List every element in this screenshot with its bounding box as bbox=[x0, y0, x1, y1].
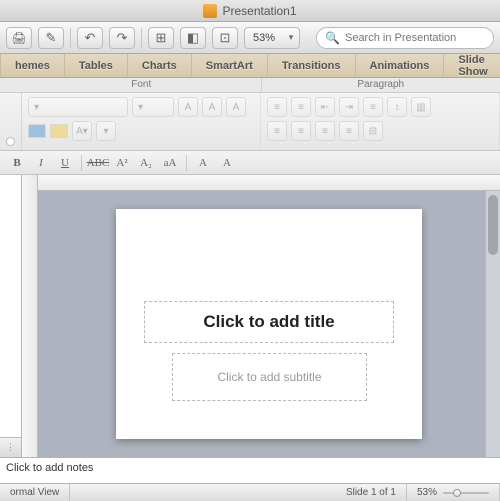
group-paragraph-label: Paragraph bbox=[262, 78, 500, 92]
align-vertical-button[interactable]: ⊟ bbox=[363, 121, 383, 141]
separator bbox=[81, 155, 82, 171]
slide-thumbnail-pane[interactable] bbox=[0, 175, 22, 457]
zoom-icon bbox=[220, 30, 231, 46]
ribbon: ▾ ▾ A A A A▾ ▾ ≡ ≡ ⇤ ⇥ ≡ ↕ ▥ ≡ ≡ ≡ ≡ ⊟ bbox=[0, 93, 500, 151]
search-icon: 🔍 bbox=[325, 31, 340, 45]
align-right-button[interactable]: ≡ bbox=[315, 121, 335, 141]
zoom-readout[interactable]: 53% bbox=[407, 484, 500, 501]
quick-access-toolbar: 53% ▾ 🔍 bbox=[0, 22, 500, 54]
font-bigger-button[interactable]: A bbox=[192, 154, 214, 172]
strikethrough-button[interactable]: ABC bbox=[87, 154, 109, 172]
undo-button[interactable] bbox=[77, 27, 103, 49]
slider-track bbox=[443, 492, 489, 494]
redo-button[interactable] bbox=[109, 27, 135, 49]
bullets-button[interactable]: ≡ bbox=[267, 97, 287, 117]
decrease-indent-button[interactable]: ⇤ bbox=[315, 97, 335, 117]
superscript-button[interactable]: A² bbox=[111, 154, 133, 172]
change-case-button[interactable]: aA bbox=[159, 154, 181, 172]
print-icon bbox=[11, 30, 26, 45]
view-grid-button[interactable] bbox=[148, 27, 174, 49]
zoom-value: 53% bbox=[245, 32, 283, 44]
tab-themes[interactable]: hemes bbox=[0, 54, 65, 77]
zoom-percent: 53% bbox=[417, 487, 437, 498]
zoom-dropdown[interactable]: 53% ▾ bbox=[244, 27, 300, 49]
separator bbox=[141, 28, 142, 48]
horizontal-ruler[interactable] bbox=[38, 175, 500, 191]
notes-pane[interactable]: Click to add notes bbox=[0, 457, 500, 483]
grow-font-button[interactable]: A bbox=[178, 97, 198, 117]
zoom-slider[interactable] bbox=[443, 489, 489, 497]
window-title: Presentation1 bbox=[222, 4, 296, 18]
separator bbox=[70, 28, 71, 48]
slide[interactable]: Click to add title Click to add subtitle bbox=[116, 209, 422, 439]
title-bar: Presentation1 bbox=[0, 0, 500, 22]
tab-smartart[interactable]: SmartArt bbox=[192, 54, 268, 77]
separator bbox=[186, 155, 187, 171]
highlight-swatch[interactable] bbox=[50, 124, 68, 138]
numbering-button[interactable]: ≡ bbox=[291, 97, 311, 117]
subtitle-placeholder[interactable]: Click to add subtitle bbox=[172, 353, 367, 401]
undo-icon bbox=[85, 30, 96, 46]
underline-button[interactable]: U bbox=[54, 154, 76, 172]
ribbon-collapse[interactable] bbox=[0, 93, 22, 150]
fit-icon bbox=[187, 30, 199, 46]
tab-slideshow[interactable]: Slide Show bbox=[444, 54, 500, 77]
format-row: B I U ABC A² A₂ aA A A bbox=[0, 151, 500, 175]
highlight-dropdown[interactable]: ▾ bbox=[96, 121, 116, 141]
align-justify-button[interactable]: ≡ bbox=[339, 121, 359, 141]
bold-button[interactable]: B bbox=[6, 154, 28, 172]
font-size-dropdown[interactable]: ▾ bbox=[132, 97, 174, 117]
tab-tables[interactable]: Tables bbox=[65, 54, 128, 77]
chevron-down-icon: ▾ bbox=[283, 32, 299, 43]
paragraph-panel: ≡ ≡ ⇤ ⇥ ≡ ↕ ▥ ≡ ≡ ≡ ≡ ⊟ bbox=[261, 93, 500, 150]
clear-format-button[interactable]: A bbox=[226, 97, 246, 117]
slider-knob[interactable] bbox=[453, 489, 461, 497]
slide-canvas[interactable]: Click to add title Click to add subtitle bbox=[22, 175, 500, 457]
font-color-dropdown[interactable]: A▾ bbox=[72, 121, 92, 141]
vertical-ruler[interactable] bbox=[22, 175, 38, 457]
tab-transitions[interactable]: Transitions bbox=[268, 54, 356, 77]
collapse-dot-icon bbox=[6, 137, 15, 146]
workspace: Click to add title Click to add subtitle bbox=[0, 175, 500, 457]
align-left-button[interactable]: ≡ bbox=[267, 121, 287, 141]
align-center-button[interactable]: ≡ bbox=[291, 121, 311, 141]
view-zoom-button[interactable] bbox=[212, 27, 238, 49]
ribbon-group-labels: Font Paragraph bbox=[0, 78, 500, 93]
tab-charts[interactable]: Charts bbox=[128, 54, 192, 77]
group-font-label: Font bbox=[22, 78, 262, 92]
presentation-doc-icon bbox=[203, 4, 217, 18]
font-family-dropdown[interactable]: ▾ bbox=[28, 97, 128, 117]
italic-button[interactable]: I bbox=[30, 154, 52, 172]
ribbon-tabs: hemes Tables Charts SmartArt Transitions… bbox=[0, 54, 500, 78]
search-box[interactable]: 🔍 bbox=[316, 27, 494, 49]
tab-animations[interactable]: Animations bbox=[356, 54, 445, 77]
text-direction-button[interactable]: ↕ bbox=[387, 97, 407, 117]
font-panel: ▾ ▾ A A A A▾ ▾ bbox=[22, 93, 261, 150]
line-spacing-button[interactable]: ≡ bbox=[363, 97, 383, 117]
subscript-button[interactable]: A₂ bbox=[135, 154, 157, 172]
font-smaller-button[interactable]: A bbox=[216, 154, 238, 172]
print-button[interactable] bbox=[6, 27, 32, 49]
redo-icon bbox=[117, 30, 128, 46]
search-input[interactable] bbox=[345, 32, 485, 44]
pane-toggle[interactable] bbox=[0, 437, 21, 457]
slide-counter: Slide 1 of 1 bbox=[336, 484, 407, 501]
grid-icon bbox=[156, 30, 167, 46]
increase-indent-button[interactable]: ⇥ bbox=[339, 97, 359, 117]
view-fit-button[interactable] bbox=[180, 27, 206, 49]
status-bar: ormal View Slide 1 of 1 53% bbox=[0, 483, 500, 501]
columns-button[interactable]: ▥ bbox=[411, 97, 431, 117]
vertical-scrollbar[interactable] bbox=[485, 191, 500, 457]
shrink-font-button[interactable]: A bbox=[202, 97, 222, 117]
title-placeholder[interactable]: Click to add title bbox=[144, 301, 394, 343]
scrollbar-thumb[interactable] bbox=[488, 195, 498, 255]
view-mode-label[interactable]: ormal View bbox=[0, 484, 70, 501]
brush-icon bbox=[46, 30, 57, 46]
font-color-swatch[interactable] bbox=[28, 124, 46, 138]
format-painter-button[interactable] bbox=[38, 27, 64, 49]
